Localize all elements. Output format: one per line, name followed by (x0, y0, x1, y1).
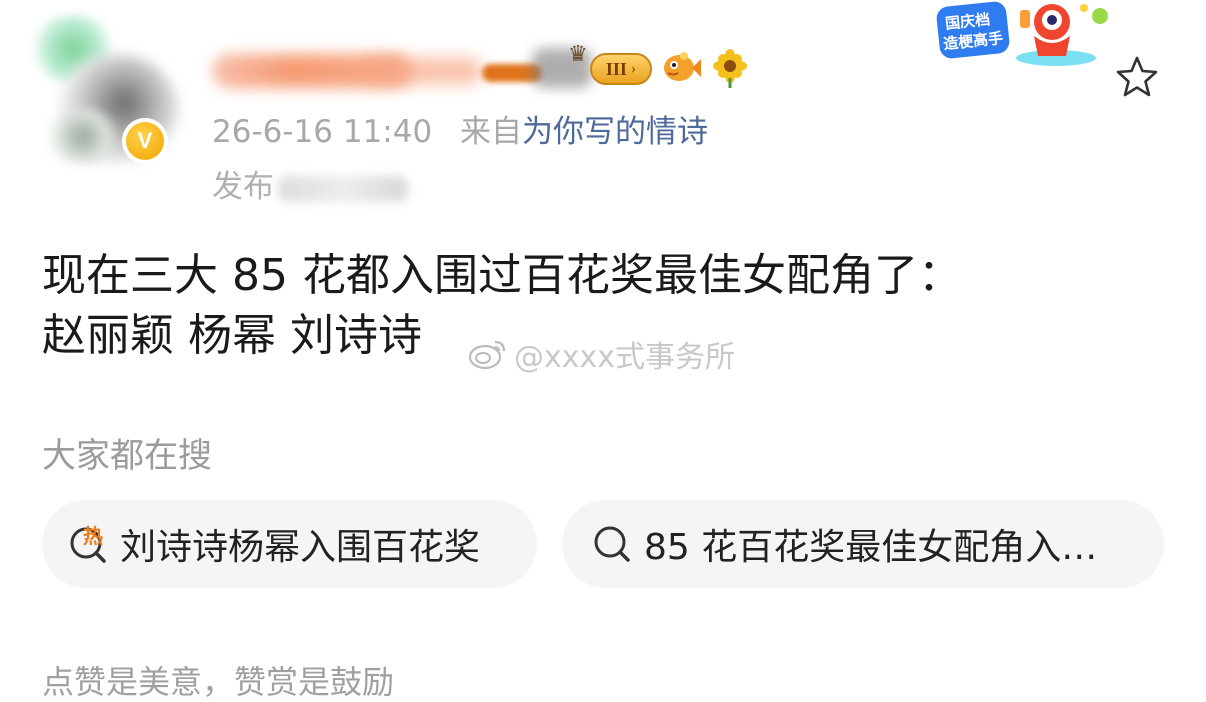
level-badge-label: III (605, 58, 627, 79)
chip-label: 刘诗诗杨幂入围百花奖 (120, 527, 481, 568)
username-blurred[interactable]: ♛ (212, 44, 592, 96)
hot-mark: 热 (83, 524, 103, 548)
post-meta: 26-6-16 11:40 来自为你写的情诗 (212, 112, 708, 152)
fish-icon[interactable] (660, 48, 702, 86)
chevron-right-icon: › (630, 60, 637, 77)
publish-location: 发布 (212, 168, 408, 206)
publish-prefix: 发布 (212, 169, 274, 205)
search-section-title: 大家都在搜 (42, 436, 212, 476)
location-blurred (278, 175, 408, 202)
reward-hint: 点赞是美意，赞赏是鼓励 (42, 663, 395, 701)
username-blur-part (362, 58, 482, 84)
from-prefix: 来自 (460, 114, 523, 150)
verified-v-icon: V (122, 118, 168, 164)
post-line-1: 现在三大 85 花都入围过百花奖最佳女配角了： (42, 250, 962, 301)
search-chip[interactable]: 85 花百花奖最佳女配角入… (562, 500, 1164, 588)
watermark: @xxxx式事务所 (468, 334, 736, 375)
promo-badge[interactable]: 国庆档 造梗高手 (934, 0, 1114, 70)
source-link[interactable]: 为你写的情诗 (522, 114, 708, 150)
post-time: 26-6-16 11:40 (212, 114, 433, 150)
hot-search-icon: 热 (64, 519, 114, 569)
watermark-text: @xxxx式事务所 (514, 340, 736, 375)
level-badge[interactable]: III › (590, 53, 652, 85)
chip-label: 85 花百花奖最佳女配角入… (644, 527, 1098, 568)
sunflower-icon[interactable] (710, 48, 750, 88)
verified-letter: V (126, 122, 164, 160)
post-card: V ♛ III › 国庆档 造梗高手 26-6-16 11:40 来自为你写的情… (0, 0, 1206, 702)
favorite-button[interactable] (1112, 52, 1162, 102)
star-icon (1116, 56, 1158, 97)
search-icon (588, 519, 638, 569)
weibo-logo-icon (468, 340, 506, 370)
avatar-blur-part (48, 109, 118, 164)
hot-search-chip[interactable]: 热 刘诗诗杨幂入围百花奖 (42, 500, 537, 588)
